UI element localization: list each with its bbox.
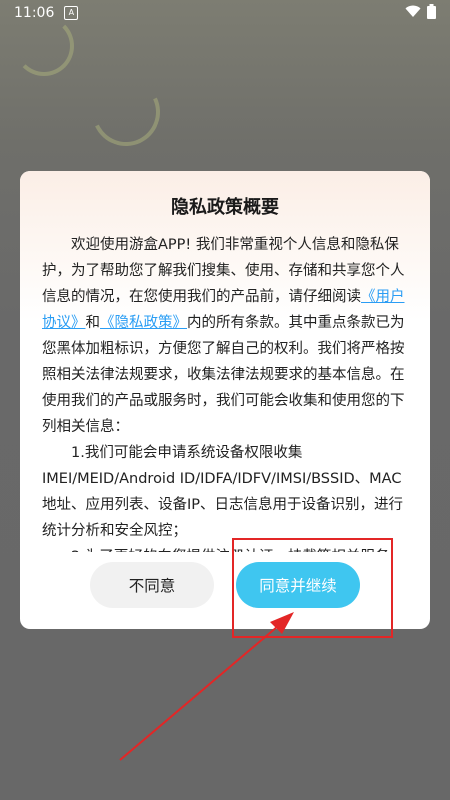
annotation-arrow-icon: [119, 612, 294, 761]
